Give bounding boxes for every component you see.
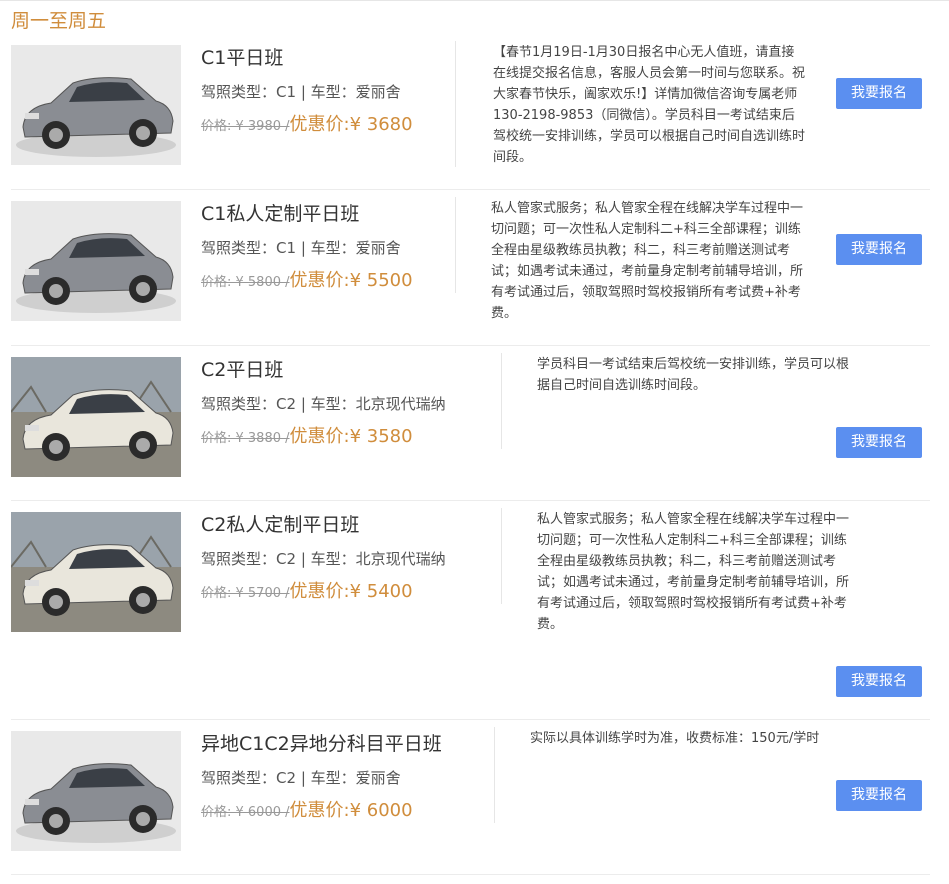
row-separator bbox=[11, 719, 930, 720]
car-label: 车型： bbox=[310, 239, 356, 257]
divider bbox=[455, 197, 456, 293]
course-item: 异地C1C2异地分科目平日班 驾照类型：C2 | 车型：爱丽舍 价格: ¥ 60… bbox=[11, 727, 930, 875]
license-label: 驾照类型： bbox=[201, 395, 277, 413]
course-meta: 驾照类型：C2 | 车型：北京现代瑞纳 bbox=[201, 393, 446, 415]
course-name[interactable]: C2私人定制平日班 bbox=[201, 512, 359, 538]
course-meta: 驾照类型：C1 | 车型：爱丽舍 bbox=[201, 81, 401, 103]
sale-label: 优惠价: bbox=[289, 270, 350, 291]
license-type: C1 bbox=[276, 239, 297, 257]
course-name[interactable]: C2平日班 bbox=[201, 357, 283, 383]
original-price: 价格: ¥ 5700 / bbox=[201, 586, 290, 601]
course-name[interactable]: C1平日班 bbox=[201, 45, 283, 71]
car-model: 北京现代瑞纳 bbox=[355, 395, 446, 413]
divider bbox=[501, 508, 502, 604]
course-description: 学员科目一考试结束后驾校统一安排训练，学员可以根据自己时间自选训练时间段。 bbox=[537, 357, 850, 393]
meta-divider: | bbox=[296, 239, 311, 257]
sale-price: ¥ 6000 bbox=[349, 800, 413, 821]
sale-label: 优惠价: bbox=[289, 800, 350, 821]
price-line: 价格: ¥ 5700 /优惠价:¥ 5400 bbox=[201, 579, 413, 607]
car-label: 车型： bbox=[310, 769, 356, 787]
course-meta: 驾照类型：C2 | 车型：北京现代瑞纳 bbox=[201, 548, 446, 570]
car-illustration bbox=[11, 201, 181, 321]
license-type: C2 bbox=[276, 395, 297, 413]
course-description: 私人管家式服务；私人管家全程在线解决学车过程中一切问题；可一次性私人定制科二+科… bbox=[491, 201, 804, 321]
meta-divider: | bbox=[296, 83, 311, 101]
course-name[interactable]: 异地C1C2异地分科目平日班 bbox=[201, 731, 442, 757]
car-illustration bbox=[11, 731, 181, 851]
sale-label: 优惠价: bbox=[289, 114, 350, 135]
car-image[interactable] bbox=[11, 201, 181, 321]
enroll-button[interactable]: 我要报名 bbox=[836, 78, 922, 109]
original-price: 价格: ¥ 5800 / bbox=[201, 275, 290, 290]
enroll-button[interactable]: 我要报名 bbox=[836, 427, 922, 458]
course-meta: 驾照类型：C2 | 车型：爱丽舍 bbox=[201, 767, 401, 789]
car-image[interactable] bbox=[11, 357, 181, 477]
row-separator bbox=[11, 500, 930, 501]
sale-price: ¥ 3680 bbox=[349, 114, 413, 135]
license-label: 驾照类型： bbox=[201, 769, 277, 787]
section-title: 周一至周五 bbox=[11, 10, 107, 32]
car-label: 车型： bbox=[310, 550, 356, 568]
enroll-button[interactable]: 我要报名 bbox=[836, 234, 922, 265]
license-label: 驾照类型： bbox=[201, 550, 277, 568]
original-price: 价格: ¥ 3880 / bbox=[201, 431, 290, 446]
car-image[interactable] bbox=[11, 731, 181, 851]
license-label: 驾照类型： bbox=[201, 83, 277, 101]
car-illustration bbox=[11, 512, 181, 632]
sale-price: ¥ 3580 bbox=[349, 426, 413, 447]
divider bbox=[455, 41, 456, 167]
course-item: C1私人定制平日班 驾照类型：C1 | 车型：爱丽舍 价格: ¥ 5800 /优… bbox=[11, 197, 930, 346]
car-illustration bbox=[11, 45, 181, 165]
divider bbox=[494, 727, 495, 823]
course-meta: 驾照类型：C1 | 车型：爱丽舍 bbox=[201, 237, 401, 259]
meta-divider: | bbox=[296, 550, 311, 568]
enroll-button[interactable]: 我要报名 bbox=[836, 666, 922, 697]
original-price: 价格: ¥ 6000 / bbox=[201, 805, 290, 820]
car-image[interactable] bbox=[11, 45, 181, 165]
car-label: 车型： bbox=[310, 83, 356, 101]
original-price: 价格: ¥ 3980 / bbox=[201, 119, 290, 134]
course-description: 实际以具体训练学时为准，收费标准：150元/学时 bbox=[530, 731, 820, 746]
meta-divider: | bbox=[296, 395, 311, 413]
meta-divider: | bbox=[296, 769, 311, 787]
car-label: 车型： bbox=[310, 395, 356, 413]
course-description: 私人管家式服务；私人管家全程在线解决学车过程中一切问题；可一次性私人定制科二+科… bbox=[537, 512, 850, 632]
enroll-button[interactable]: 我要报名 bbox=[836, 780, 922, 811]
row-separator bbox=[11, 874, 930, 875]
sale-label: 优惠价: bbox=[289, 581, 350, 602]
top-border bbox=[0, 0, 949, 1]
course-item: C2私人定制平日班 驾照类型：C2 | 车型：北京现代瑞纳 价格: ¥ 5700… bbox=[11, 508, 930, 720]
car-model: 北京现代瑞纳 bbox=[355, 550, 446, 568]
car-model: 爱丽舍 bbox=[355, 769, 401, 787]
sale-label: 优惠价: bbox=[289, 426, 350, 447]
license-label: 驾照类型： bbox=[201, 239, 277, 257]
license-type: C2 bbox=[276, 550, 297, 568]
divider bbox=[501, 353, 502, 449]
price-line: 价格: ¥ 6000 /优惠价:¥ 6000 bbox=[201, 798, 413, 826]
license-type: C2 bbox=[276, 769, 297, 787]
course-name[interactable]: C1私人定制平日班 bbox=[201, 201, 359, 227]
car-image[interactable] bbox=[11, 512, 181, 632]
car-model: 爱丽舍 bbox=[355, 83, 401, 101]
sale-price: ¥ 5400 bbox=[349, 581, 413, 602]
course-description: 【春节1月19日-1月30日报名中心无人值班，请直接在线提交报名信息，客服人员会… bbox=[493, 45, 806, 165]
course-item: C1平日班 驾照类型：C1 | 车型：爱丽舍 价格: ¥ 3980 /优惠价:¥… bbox=[11, 41, 930, 190]
course-item: C2平日班 驾照类型：C2 | 车型：北京现代瑞纳 价格: ¥ 3880 /优惠… bbox=[11, 353, 930, 501]
price-line: 价格: ¥ 3980 /优惠价:¥ 3680 bbox=[201, 112, 413, 140]
price-line: 价格: ¥ 3880 /优惠价:¥ 3580 bbox=[201, 424, 413, 452]
price-line: 价格: ¥ 5800 /优惠价:¥ 5500 bbox=[201, 268, 413, 296]
row-separator bbox=[11, 189, 930, 190]
row-separator bbox=[11, 345, 930, 346]
sale-price: ¥ 5500 bbox=[349, 270, 413, 291]
car-illustration bbox=[11, 357, 181, 477]
license-type: C1 bbox=[276, 83, 297, 101]
car-model: 爱丽舍 bbox=[355, 239, 401, 257]
